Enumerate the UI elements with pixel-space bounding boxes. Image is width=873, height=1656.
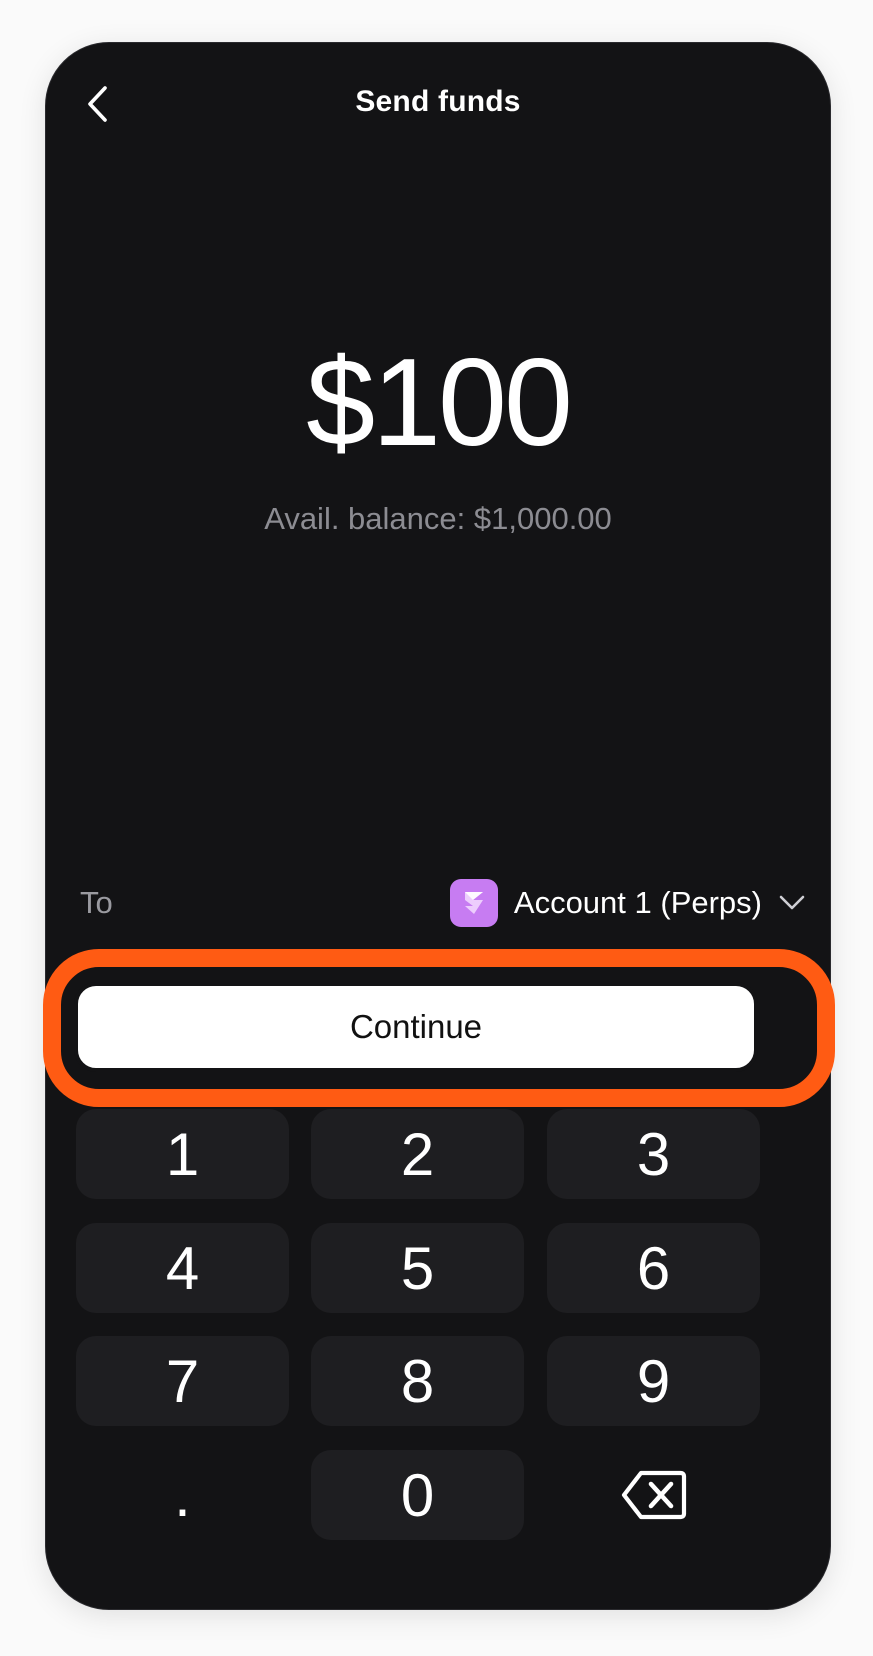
page-title: Send funds bbox=[355, 85, 521, 118]
key-5[interactable]: 5 bbox=[311, 1223, 524, 1313]
account-name: Account 1 (Perps) bbox=[513, 885, 762, 920]
key-3[interactable]: 3 bbox=[547, 1109, 760, 1199]
chevron-down-icon bbox=[776, 887, 808, 919]
key-decimal[interactable]: . bbox=[76, 1450, 289, 1540]
to-label: To bbox=[80, 885, 113, 920]
continue-button[interactable]: Continue bbox=[74, 982, 758, 1072]
available-balance: Avail. balance: $1,000.00 bbox=[264, 501, 612, 536]
key-7[interactable]: 7 bbox=[76, 1336, 289, 1426]
key-4[interactable]: 4 bbox=[76, 1223, 289, 1313]
key-0[interactable]: 0 bbox=[311, 1450, 524, 1540]
amount-display: $100 bbox=[306, 334, 573, 472]
backspace-icon bbox=[621, 1470, 686, 1520]
backspace-key[interactable] bbox=[547, 1450, 760, 1540]
key-2[interactable]: 2 bbox=[311, 1109, 524, 1199]
account-selector[interactable]: Account 1 (Perps) bbox=[449, 877, 808, 929]
key-6[interactable]: 6 bbox=[547, 1223, 760, 1313]
account-badge-icon bbox=[449, 879, 498, 927]
key-8[interactable]: 8 bbox=[311, 1336, 524, 1426]
phone-screen: Send funds $100 Avail. balance: $1,000.0… bbox=[43, 42, 835, 1610]
key-9[interactable]: 9 bbox=[547, 1336, 760, 1426]
key-1[interactable]: 1 bbox=[76, 1109, 289, 1199]
